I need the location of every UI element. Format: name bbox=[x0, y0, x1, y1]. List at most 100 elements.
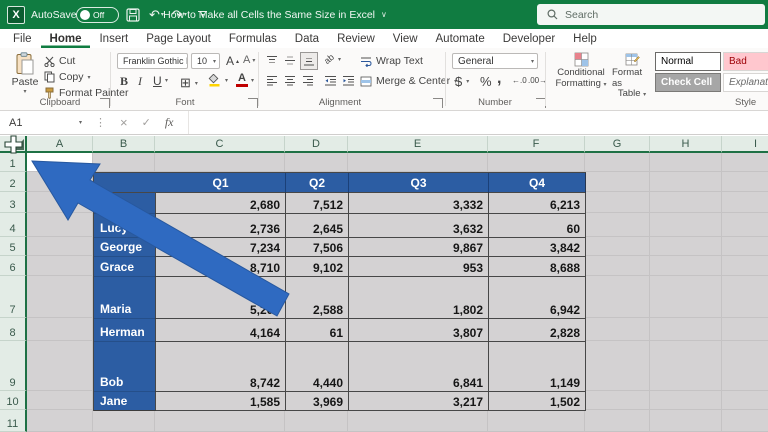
row-header-10[interactable]: 10 bbox=[0, 391, 27, 410]
cell-H5[interactable] bbox=[650, 237, 722, 256]
cell-F1[interactable] bbox=[488, 153, 585, 172]
value-cell-grace-q1[interactable]: 8,710 bbox=[156, 257, 286, 277]
value-cell-george-q3[interactable]: 9,867 bbox=[349, 238, 489, 257]
cell-H9[interactable] bbox=[650, 341, 722, 391]
cell-E1[interactable] bbox=[348, 153, 488, 172]
row-header-11[interactable]: 11 bbox=[0, 410, 27, 432]
value-cell-maria-q3[interactable]: 1,802 bbox=[349, 277, 489, 319]
value-cell-bob-q1[interactable]: 8,742 bbox=[156, 342, 286, 392]
cell-I4[interactable] bbox=[722, 213, 768, 237]
name-cell-grace[interactable]: Grace bbox=[94, 257, 156, 277]
cell-I1[interactable] bbox=[722, 153, 768, 172]
value-cell-bob-q2[interactable]: 4,440 bbox=[286, 342, 349, 392]
row-header-5[interactable]: 5 bbox=[0, 237, 27, 256]
value-cell-lucy-q4[interactable]: 60 bbox=[489, 214, 586, 238]
value-cell-john-q1[interactable]: 2,680 bbox=[156, 193, 286, 214]
row-header-7[interactable]: 7 bbox=[0, 276, 27, 318]
cell-I7[interactable] bbox=[722, 276, 768, 318]
cell-A8[interactable] bbox=[27, 318, 93, 341]
value-cell-jane-q4[interactable]: 1,502 bbox=[489, 392, 586, 411]
cell-A5[interactable] bbox=[27, 237, 93, 256]
column-header-I[interactable]: I bbox=[722, 136, 768, 153]
column-header-B[interactable]: B bbox=[93, 136, 155, 153]
cell-I9[interactable] bbox=[722, 341, 768, 391]
row-header-4[interactable]: 4 bbox=[0, 213, 27, 237]
cell-H10[interactable] bbox=[650, 391, 722, 410]
row-header-2[interactable]: 2 bbox=[0, 172, 27, 192]
name-cell-herman[interactable]: Herman bbox=[94, 319, 156, 342]
value-cell-jane-q1[interactable]: 1,585 bbox=[156, 392, 286, 411]
cell-I3[interactable] bbox=[722, 192, 768, 213]
column-header-H[interactable]: H bbox=[650, 136, 722, 153]
value-cell-george-q2[interactable]: 7,506 bbox=[286, 238, 349, 257]
cell-D1[interactable] bbox=[285, 153, 348, 172]
name-cell-bob[interactable]: Bob bbox=[94, 342, 156, 392]
cell-B1[interactable] bbox=[93, 153, 155, 172]
value-cell-herman-q1[interactable]: 4,164 bbox=[156, 319, 286, 342]
value-cell-jane-q2[interactable]: 3,969 bbox=[286, 392, 349, 411]
value-cell-bob-q4[interactable]: 1,149 bbox=[489, 342, 586, 392]
cell-A6[interactable] bbox=[27, 256, 93, 276]
cell-H8[interactable] bbox=[650, 318, 722, 341]
value-cell-maria-q2[interactable]: 2,588 bbox=[286, 277, 349, 319]
cell-G6[interactable] bbox=[585, 256, 650, 276]
value-cell-george-q1[interactable]: 7,234 bbox=[156, 238, 286, 257]
cell-G7[interactable] bbox=[585, 276, 650, 318]
cell-A2[interactable] bbox=[27, 172, 93, 192]
cell-C1[interactable] bbox=[155, 153, 285, 172]
value-cell-lucy-q2[interactable]: 2,645 bbox=[286, 214, 349, 238]
cell-H6[interactable] bbox=[650, 256, 722, 276]
name-cell-george[interactable]: George bbox=[94, 238, 156, 257]
cell-A4[interactable] bbox=[27, 213, 93, 237]
cell-H7[interactable] bbox=[650, 276, 722, 318]
column-header-G[interactable]: G bbox=[585, 136, 650, 153]
cell-A9[interactable] bbox=[27, 341, 93, 391]
quarter-header-q1[interactable]: Q1 bbox=[156, 173, 286, 193]
cell-G4[interactable] bbox=[585, 213, 650, 237]
value-cell-lucy-q1[interactable]: 2,736 bbox=[156, 214, 286, 238]
column-header-D[interactable]: D bbox=[285, 136, 348, 153]
cell-G2[interactable] bbox=[585, 172, 650, 192]
cell-G1[interactable] bbox=[585, 153, 650, 172]
value-cell-john-q2[interactable]: 7,512 bbox=[286, 193, 349, 214]
column-header-C[interactable]: C bbox=[155, 136, 285, 153]
active-cell-A1[interactable] bbox=[27, 153, 93, 172]
cell-A11[interactable] bbox=[27, 410, 93, 432]
cell-H3[interactable] bbox=[650, 192, 722, 213]
row-header-8[interactable]: 8 bbox=[0, 318, 27, 341]
name-cell-maria[interactable]: Maria bbox=[94, 277, 156, 319]
cell-A10[interactable] bbox=[27, 391, 93, 410]
value-cell-grace-q3[interactable]: 953 bbox=[349, 257, 489, 277]
cell-F11[interactable] bbox=[488, 410, 585, 432]
cell-D11[interactable] bbox=[285, 410, 348, 432]
value-cell-grace-q2[interactable]: 9,102 bbox=[286, 257, 349, 277]
value-cell-maria-q4[interactable]: 6,942 bbox=[489, 277, 586, 319]
quarter-header-q3[interactable]: Q3 bbox=[349, 173, 489, 193]
value-cell-john-q3[interactable]: 3,332 bbox=[349, 193, 489, 214]
value-cell-maria-q1[interactable]: 5,209 bbox=[156, 277, 286, 319]
value-cell-grace-q4[interactable]: 8,688 bbox=[489, 257, 586, 277]
cell-H4[interactable] bbox=[650, 213, 722, 237]
name-cell-john[interactable]: John bbox=[94, 193, 156, 214]
value-cell-bob-q3[interactable]: 6,841 bbox=[349, 342, 489, 392]
cell-H1[interactable] bbox=[650, 153, 722, 172]
value-cell-herman-q2[interactable]: 61 bbox=[286, 319, 349, 342]
row-header-3[interactable]: 3 bbox=[0, 192, 27, 213]
cell-C11[interactable] bbox=[155, 410, 285, 432]
cell-G9[interactable] bbox=[585, 341, 650, 391]
cell-E11[interactable] bbox=[348, 410, 488, 432]
cell-I2[interactable] bbox=[722, 172, 768, 192]
cell-I6[interactable] bbox=[722, 256, 768, 276]
value-cell-jane-q3[interactable]: 3,217 bbox=[349, 392, 489, 411]
cell-H11[interactable] bbox=[650, 410, 722, 432]
value-cell-lucy-q3[interactable]: 3,632 bbox=[349, 214, 489, 238]
row-header-1[interactable]: 1 bbox=[0, 153, 27, 172]
row-header-6[interactable]: 6 bbox=[0, 256, 27, 276]
cell-A7[interactable] bbox=[27, 276, 93, 318]
cell-H2[interactable] bbox=[650, 172, 722, 192]
name-cell-jane[interactable]: Jane bbox=[94, 392, 156, 411]
cell-I11[interactable] bbox=[722, 410, 768, 432]
quarter-header-q4[interactable]: Q4 bbox=[489, 173, 586, 193]
column-header-E[interactable]: E bbox=[348, 136, 488, 153]
column-header-A[interactable]: A bbox=[27, 136, 93, 153]
